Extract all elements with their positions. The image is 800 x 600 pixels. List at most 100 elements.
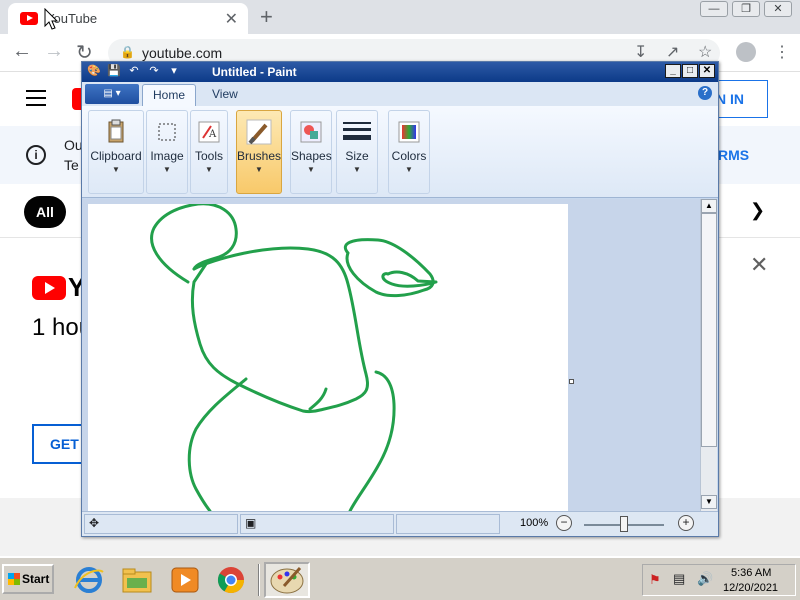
select-icon bbox=[158, 123, 176, 141]
clipboard-group[interactable]: Clipboard ▼ bbox=[88, 110, 144, 194]
zoom-slider-thumb[interactable] bbox=[620, 516, 628, 532]
tab-home[interactable]: Home bbox=[142, 84, 197, 106]
paint-close-button[interactable]: ✕ bbox=[699, 64, 715, 78]
image-group[interactable]: Image ▼ bbox=[146, 110, 188, 194]
banner-text-line2: Te bbox=[64, 157, 79, 173]
chevron-right-icon[interactable]: ❯ bbox=[750, 200, 765, 221]
zoom-level: 100% bbox=[520, 517, 549, 529]
menu-kebab-icon[interactable]: ⋮ bbox=[774, 42, 790, 62]
tab-view[interactable]: View bbox=[202, 84, 248, 106]
colors-icon bbox=[398, 121, 420, 143]
paint-taskbar-button[interactable] bbox=[264, 562, 310, 598]
vertical-scrollbar[interactable]: ▲ ▼ bbox=[700, 199, 717, 511]
clipboard-dropdown-icon: ▼ bbox=[112, 165, 120, 174]
brushes-group[interactable]: Brushes ▼ bbox=[236, 110, 282, 194]
file-explorer-icon[interactable] bbox=[120, 564, 154, 596]
tools-label: Tools bbox=[194, 149, 223, 163]
paint-window-controls: _ □ ✕ bbox=[665, 64, 715, 78]
clock-time[interactable]: 5:36 AM bbox=[731, 567, 771, 579]
image-dropdown-icon: ▼ bbox=[163, 165, 171, 174]
volume-icon[interactable]: 🔊 bbox=[697, 571, 713, 587]
terms-link[interactable]: RMS bbox=[718, 147, 749, 163]
clock-date[interactable]: 12/20/2021 bbox=[723, 582, 778, 594]
selection-size-box: ▣ bbox=[240, 514, 394, 534]
ribbon: Clipboard ▼ Image ▼ A Tools ▼ Brushes ▼ … bbox=[82, 106, 718, 198]
colors-group[interactable]: Colors ▼ bbox=[388, 110, 430, 194]
move-cursor-icon: ✥ bbox=[89, 516, 100, 530]
stroke-tail bbox=[308, 387, 328, 411]
zoom-out-button[interactable]: − bbox=[556, 515, 572, 531]
svg-text:A: A bbox=[208, 129, 217, 140]
tab-strip: YouTube ✕ + — ❐ ✕ bbox=[0, 0, 800, 34]
undo-icon[interactable]: ↶ bbox=[126, 64, 142, 79]
image-label: Image bbox=[150, 149, 184, 163]
canvas-area bbox=[82, 199, 700, 511]
system-tray: ⚑ ▤ 🔊 5:36 AM 12/20/2021 bbox=[642, 564, 796, 596]
forward-arrow-icon[interactable]: → bbox=[44, 40, 64, 63]
brushes-dropdown-icon: ▼ bbox=[255, 165, 263, 174]
shapes-group[interactable]: Shapes ▼ bbox=[290, 110, 332, 194]
new-tab-button[interactable]: + bbox=[260, 4, 273, 30]
paint-window: 🎨 💾 ↶ ↷ ▾ Untitled - Paint _ □ ✕ ▤ ▾ Hom… bbox=[81, 61, 719, 537]
customize-qat-icon[interactable]: ▾ bbox=[166, 64, 182, 79]
start-button[interactable]: Start bbox=[2, 564, 54, 594]
restore-button[interactable]: ❐ bbox=[732, 1, 760, 17]
profile-avatar-icon[interactable] bbox=[736, 42, 756, 62]
browser-window-controls: — ❐ ✕ bbox=[700, 1, 792, 17]
paint-minimize-button[interactable]: _ bbox=[665, 64, 681, 78]
stroke-foot bbox=[348, 370, 396, 511]
install-icon[interactable]: ↧ bbox=[634, 42, 647, 62]
chrome-icon[interactable] bbox=[214, 564, 248, 596]
close-window-button[interactable]: ✕ bbox=[764, 1, 792, 17]
banner-text-line1: Ou bbox=[64, 137, 83, 153]
image-size-box bbox=[396, 514, 500, 534]
paint-title-bar[interactable]: 🎨 💾 ↶ ↷ ▾ Untitled - Paint _ □ ✕ bbox=[82, 62, 718, 82]
brush-icon bbox=[246, 119, 272, 145]
canvas-resize-handle[interactable] bbox=[569, 379, 574, 384]
drawing-strokes bbox=[150, 202, 438, 511]
size-label: Size bbox=[345, 149, 369, 163]
scroll-down-arrow-icon[interactable]: ▼ bbox=[701, 495, 717, 509]
paint-title: Untitled - Paint bbox=[212, 65, 297, 79]
stroke-body bbox=[190, 246, 370, 414]
shapes-label: Shapes bbox=[291, 149, 332, 163]
quick-access-toolbar: 🎨 💾 ↶ ↷ ▾ bbox=[86, 64, 182, 79]
media-player-icon[interactable] bbox=[168, 564, 202, 596]
drawing-canvas[interactable] bbox=[88, 202, 568, 511]
dismiss-close-icon[interactable]: ✕ bbox=[750, 252, 768, 278]
minimize-button[interactable]: — bbox=[700, 1, 728, 17]
shapes-dropdown-icon: ▼ bbox=[307, 165, 315, 174]
scroll-up-arrow-icon[interactable]: ▲ bbox=[701, 199, 717, 213]
hamburger-menu-icon[interactable] bbox=[26, 90, 46, 111]
stroke-wing bbox=[343, 238, 435, 298]
cursor-position-box: ✥ bbox=[84, 514, 238, 534]
lock-icon[interactable]: 🔒 bbox=[120, 45, 135, 59]
back-arrow-icon[interactable]: ← bbox=[12, 40, 32, 63]
help-icon[interactable]: ? bbox=[698, 86, 712, 100]
redo-icon[interactable]: ↷ bbox=[146, 64, 162, 79]
url-text[interactable]: youtube.com bbox=[142, 45, 222, 61]
network-alert-icon[interactable]: ⚑ bbox=[649, 572, 661, 588]
save-icon[interactable]: 💾 bbox=[106, 64, 122, 79]
clipboard-icon bbox=[108, 119, 124, 143]
stroke-beak bbox=[381, 270, 438, 288]
size-group[interactable]: Size ▼ bbox=[336, 110, 378, 194]
zoom-in-button[interactable]: + bbox=[678, 515, 694, 531]
colors-label: Colors bbox=[391, 149, 427, 163]
paint-maximize-button[interactable]: □ bbox=[682, 64, 698, 78]
chip-all[interactable]: All bbox=[24, 196, 66, 228]
ribbon-tabs: ▤ ▾ Home View ? bbox=[82, 82, 718, 106]
colors-dropdown-icon: ▼ bbox=[405, 165, 413, 174]
file-menu-button[interactable]: ▤ ▾ bbox=[85, 84, 139, 104]
close-tab-icon[interactable]: ✕ bbox=[225, 9, 238, 29]
internet-explorer-icon[interactable] bbox=[72, 564, 106, 596]
display-icon[interactable]: ▤ bbox=[673, 571, 685, 587]
paint-app-icon[interactable]: 🎨 bbox=[86, 64, 102, 79]
brushes-label: Brushes bbox=[237, 149, 282, 163]
tools-group[interactable]: A Tools ▼ bbox=[190, 110, 228, 194]
status-bar: ✥ ▣ 100% − + bbox=[82, 511, 718, 536]
shapes-icon bbox=[300, 121, 322, 143]
share-icon[interactable]: ↗ bbox=[666, 42, 679, 62]
bookmark-star-icon[interactable]: ☆ bbox=[698, 42, 712, 62]
scroll-thumb[interactable] bbox=[701, 213, 717, 447]
